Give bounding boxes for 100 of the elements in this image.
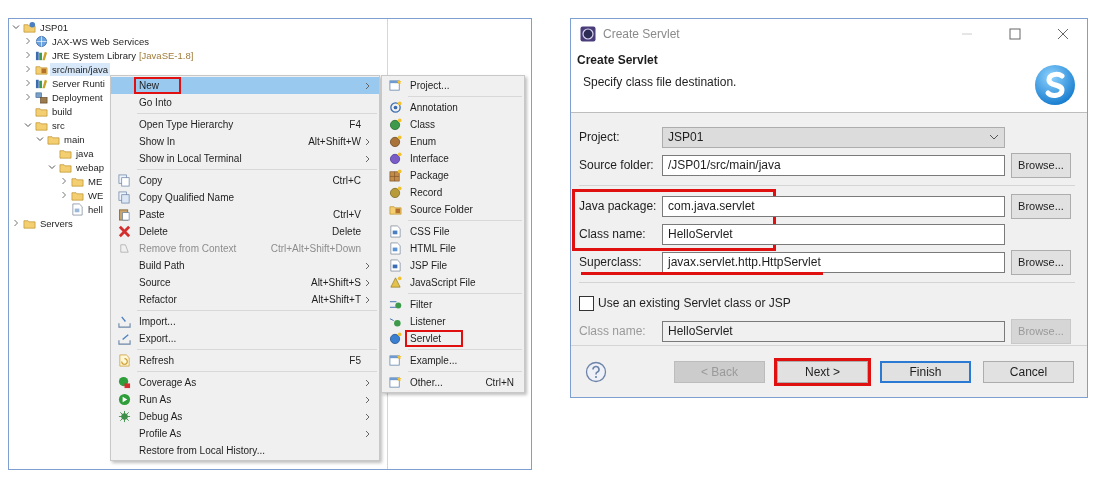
- chevron-down-icon[interactable]: [24, 121, 32, 129]
- interface-icon: [388, 152, 402, 165]
- menu-item[interactable]: Export...: [111, 330, 379, 347]
- menu-item[interactable]: Servlet: [382, 330, 524, 347]
- menu-item[interactable]: Show in Local Terminal: [111, 150, 379, 167]
- package-icon: [388, 169, 402, 182]
- menu-item[interactable]: JavaScript File: [382, 274, 524, 291]
- window-title: Create Servlet: [603, 27, 680, 42]
- tree-item[interactable]: hell: [86, 202, 105, 216]
- menu-item[interactable]: Debug As: [111, 408, 379, 425]
- chevron-right-icon[interactable]: [24, 51, 32, 59]
- chevron-right-icon[interactable]: [24, 79, 32, 87]
- dialog-button[interactable]: Cancel: [983, 360, 1074, 383]
- chevron-right-icon[interactable]: [60, 177, 68, 185]
- menu-item[interactable]: Delete Delete: [111, 223, 379, 240]
- menu-item[interactable]: Interface: [382, 150, 524, 167]
- tree-item[interactable]: build: [50, 104, 75, 118]
- browse-button[interactable]: Browse...: [1011, 152, 1071, 178]
- menu-item[interactable]: Source Alt+Shift+S: [111, 274, 379, 291]
- menu-item[interactable]: Paste Ctrl+V: [111, 206, 379, 223]
- menu-item[interactable]: Filter: [382, 296, 524, 313]
- tree-item[interactable]: webap: [74, 160, 106, 174]
- html-file-icon: [388, 242, 402, 255]
- menu-item[interactable]: Restore from Local History...: [111, 442, 379, 459]
- menu-item[interactable]: Import...: [111, 313, 379, 330]
- css-file-icon: [388, 225, 402, 238]
- chevron-down-icon[interactable]: [12, 23, 20, 31]
- tree-item[interactable]: Servers: [38, 216, 75, 230]
- dialog-button[interactable]: Finish: [880, 360, 971, 383]
- menu-item[interactable]: Go Into: [111, 94, 379, 111]
- wizard-icon: [388, 376, 402, 389]
- refresh-icon: [117, 354, 131, 367]
- copy-icon: [117, 191, 131, 204]
- menu-item[interactable]: Package: [382, 167, 524, 184]
- close-icon[interactable]: [1057, 28, 1069, 41]
- menu-item[interactable]: New: [111, 77, 379, 94]
- tree-item[interactable]: java: [74, 146, 96, 160]
- tree-item[interactable]: Server Runti: [50, 76, 107, 90]
- menu-item[interactable]: Class: [382, 116, 524, 133]
- class-icon: [388, 118, 402, 131]
- tree-item[interactable]: JSP01: [38, 20, 70, 34]
- chevron-right-icon: [365, 81, 371, 90]
- browse-button[interactable]: Browse...: [1011, 193, 1071, 219]
- input-field[interactable]: com.java.servlet: [662, 195, 1005, 217]
- menu-item[interactable]: Refresh F5: [111, 352, 379, 369]
- menu-item[interactable]: Project...: [382, 77, 524, 94]
- tree-item[interactable]: Deployment: [50, 90, 105, 104]
- tree-item[interactable]: JRE System Library [JavaSE-1.8]: [50, 48, 196, 62]
- chevron-right-icon[interactable]: [24, 37, 32, 45]
- menu-item[interactable]: Other... Ctrl+N: [382, 374, 524, 391]
- input-field[interactable]: /JSP01/src/main/java: [662, 154, 1005, 176]
- menu-item[interactable]: Enum: [382, 133, 524, 150]
- wizard-icon: [388, 79, 402, 92]
- menu-item[interactable]: Open Type Hierarchy F4: [111, 116, 379, 133]
- file-icon: [71, 202, 84, 216]
- dialog-heading: Create Servlet: [577, 53, 659, 68]
- tree-item[interactable]: src: [50, 118, 67, 132]
- menu-item[interactable]: Annotation: [382, 99, 524, 116]
- menu-item[interactable]: Refactor Alt+Shift+T: [111, 291, 379, 308]
- field-label: Superclass:: [579, 255, 643, 270]
- menu-item[interactable]: JSP File: [382, 257, 524, 274]
- input-field[interactable]: javax.servlet.http.HttpServlet: [662, 251, 1005, 273]
- help-icon[interactable]: [585, 360, 607, 383]
- app-icon: [580, 26, 596, 43]
- record-icon: [388, 186, 402, 199]
- tree-item[interactable]: JAX-WS Web Services: [50, 34, 151, 48]
- chevron-right-icon[interactable]: [60, 191, 68, 199]
- maximize-icon[interactable]: [1009, 28, 1021, 41]
- menu-item[interactable]: Record: [382, 184, 524, 201]
- dialog-button[interactable]: Next >: [777, 360, 868, 383]
- menu-item[interactable]: HTML File: [382, 240, 524, 257]
- checkbox[interactable]: [579, 295, 594, 311]
- tree-item[interactable]: ME: [86, 174, 105, 188]
- input-field[interactable]: HelloServlet: [662, 223, 1005, 245]
- chevron-down-icon[interactable]: [48, 163, 56, 171]
- tree-item[interactable]: main: [62, 132, 87, 146]
- field-label: Class name:: [579, 324, 647, 339]
- field-label: Project:: [579, 130, 621, 145]
- menu-item[interactable]: Build Path: [111, 257, 379, 274]
- menu-item[interactable]: Copy Qualified Name: [111, 189, 379, 206]
- project-dropdown[interactable]: JSP01: [662, 126, 1005, 148]
- chevron-right-icon[interactable]: [24, 65, 32, 73]
- menu-item[interactable]: CSS File: [382, 223, 524, 240]
- at-sign-icon: [388, 101, 402, 114]
- clipboard-icon: [117, 208, 131, 221]
- tree-item[interactable]: src/main/java: [50, 62, 110, 76]
- menu-item[interactable]: Listener: [382, 313, 524, 330]
- menu-item[interactable]: Profile As: [111, 425, 379, 442]
- menu-item[interactable]: Run As: [111, 391, 379, 408]
- menu-item[interactable]: Show In Alt+Shift+W: [111, 133, 379, 150]
- chevron-right-icon[interactable]: [12, 219, 20, 227]
- menu-item[interactable]: Source Folder: [382, 201, 524, 218]
- menu-item[interactable]: Coverage As: [111, 374, 379, 391]
- run-icon: [117, 393, 131, 406]
- menu-item[interactable]: Example...: [382, 352, 524, 369]
- chevron-right-icon[interactable]: [24, 93, 32, 101]
- browse-button[interactable]: Browse...: [1011, 249, 1071, 275]
- menu-item[interactable]: Copy Ctrl+C: [111, 172, 379, 189]
- tree-item[interactable]: WE: [86, 188, 106, 202]
- chevron-down-icon[interactable]: [36, 135, 44, 143]
